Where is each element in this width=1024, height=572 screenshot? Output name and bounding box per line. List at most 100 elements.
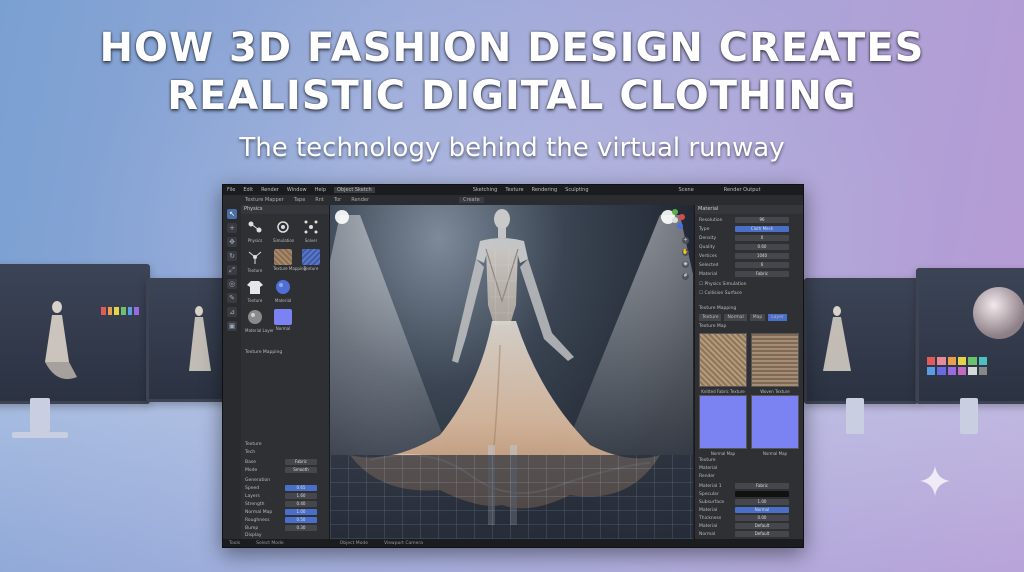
tool-material[interactable]: Material <box>273 279 293 303</box>
param-field[interactable]: 0.40 <box>285 501 317 507</box>
move-tool-icon[interactable]: ✥ <box>227 237 237 247</box>
transform-tool-icon[interactable]: ◎ <box>227 279 237 289</box>
fabric-icon <box>302 249 320 265</box>
tool-texture-node[interactable]: Texture <box>245 249 265 273</box>
cursor-tool-icon[interactable]: + <box>227 223 237 233</box>
dress-figure-icon <box>45 301 77 380</box>
param-field[interactable]: 0.50 <box>285 517 317 523</box>
texture-thumb-knitted[interactable]: Knitted Fabric Texture <box>699 333 747 394</box>
material-field[interactable]: Default <box>735 523 789 529</box>
render-output-label[interactable]: Render Output <box>724 187 761 193</box>
material-field[interactable]: Fabric <box>735 483 789 489</box>
texture-thumb-normal-1[interactable]: Normal Map <box>699 395 747 456</box>
menu-item-render[interactable]: Render <box>261 187 279 193</box>
toolbar-tor[interactable]: Tor <box>334 197 341 203</box>
viewport-mode-dropdown[interactable]: Create <box>459 197 484 203</box>
section-texture[interactable]: Texture <box>245 441 325 448</box>
property-field[interactable]: 0.60 <box>735 244 789 250</box>
toolbar-rnt[interactable]: Rnt <box>315 197 324 203</box>
menu-item-object-sketch[interactable]: Object Sketch <box>334 187 375 193</box>
camera-icon[interactable]: ◉ <box>682 261 689 268</box>
scale-tool-icon[interactable]: ⤢ <box>227 265 237 275</box>
left-panel-header: Physics <box>241 205 329 214</box>
section-material[interactable]: Material <box>699 465 799 472</box>
property-field[interactable]: 6 <box>735 262 789 268</box>
add-cube-icon[interactable]: ▣ <box>227 321 237 331</box>
tool-simulation[interactable]: Simulation <box>273 219 294 243</box>
monitor-stand-right <box>846 398 864 434</box>
background-monitor-right <box>804 278 918 404</box>
tab-layer[interactable]: Layer <box>768 314 787 321</box>
measure-tool-icon[interactable]: ⊿ <box>227 307 237 317</box>
menu-item-help[interactable]: Help <box>315 187 326 193</box>
section-texture[interactable]: Texture <box>699 457 799 464</box>
param-field[interactable]: 1.60 <box>285 493 317 499</box>
section-texture-mapping[interactable]: Texture Mapping <box>699 305 799 312</box>
viewport-tab-texture[interactable]: Texture <box>505 187 523 193</box>
material-field[interactable]: 0.00 <box>735 515 789 521</box>
tab-normal[interactable]: Normal <box>724 314 747 321</box>
mannequin-right-arm <box>520 259 574 361</box>
background-monitor-left <box>146 278 228 402</box>
material-color-swatch[interactable] <box>735 491 789 497</box>
status-bar: Tools Select Mode Object Mode Viewport C… <box>223 539 803 547</box>
tab-texture[interactable]: Texture <box>699 314 722 321</box>
property-field[interactable]: Fabric <box>735 271 789 277</box>
dress-figure-icon-3 <box>823 306 851 371</box>
spotlight-left-icon <box>335 210 349 224</box>
select-tool-icon[interactable]: ↖ <box>227 209 237 219</box>
material-field[interactable]: Default <box>735 531 789 537</box>
tool-normal[interactable]: Normal <box>273 309 293 331</box>
tab-map[interactable]: Map <box>749 314 766 321</box>
normal-icon <box>274 309 292 325</box>
tool-physics[interactable]: Physics <box>245 219 265 243</box>
annotate-tool-icon[interactable]: ✎ <box>227 293 237 303</box>
property-field[interactable]: 96 <box>735 217 789 223</box>
texture-thumb-woven[interactable]: Woven Texture <box>751 333 799 394</box>
simulation-icon <box>277 221 289 233</box>
checkbox-physics-simulation[interactable]: ☐ Physics Simulation <box>699 281 799 288</box>
tool-material-layer[interactable]: Material Layer <box>245 309 274 333</box>
section-render[interactable]: Render <box>699 473 799 480</box>
headline-line-1: HOW 3D FASHION DESIGN CREATES <box>99 25 925 71</box>
property-field[interactable]: 1040 <box>735 253 789 259</box>
param-field[interactable]: Fabric <box>285 459 317 465</box>
material-field[interactable]: Normal <box>735 507 789 513</box>
pan-hand-icon[interactable]: ✋ <box>682 249 689 256</box>
menu-item-window[interactable]: Window <box>287 187 307 193</box>
toolbar-texture-mapper[interactable]: Texture Mapper <box>245 197 284 203</box>
property-field[interactable]: 0 <box>735 235 789 241</box>
tool-fabric[interactable]: Texture <box>301 249 321 271</box>
viewport-tab-sculpting[interactable]: Sculpting <box>565 187 588 193</box>
menu-item-edit[interactable]: Edit <box>243 187 253 193</box>
toolbar-render[interactable]: Render <box>351 197 369 203</box>
param-field[interactable]: 0.30 <box>285 525 317 531</box>
axis-gizmo-icon[interactable] <box>664 209 686 231</box>
zoom-icon[interactable]: + <box>682 237 689 244</box>
tool-header: Texture Mapper Tape Rnt Tor Render Creat… <box>223 195 803 205</box>
param-field[interactable]: 1.00 <box>285 509 317 515</box>
param-field[interactable]: 0.65 <box>285 485 317 491</box>
ortho-grid-icon[interactable]: # <box>682 273 689 280</box>
viewport-tab-sketching[interactable]: Sketching <box>473 187 498 193</box>
param-row: Base Fabric <box>245 459 325 466</box>
tool-solver[interactable]: Solver <box>301 219 321 243</box>
param-field[interactable]: Smooth <box>285 467 317 473</box>
texture-thumb-normal-2[interactable]: Normal Map <box>751 395 799 456</box>
tool-texture-mapping[interactable]: Texture Mapping <box>273 249 306 271</box>
gown-bodice <box>486 249 518 325</box>
section-display[interactable]: Display <box>245 532 325 539</box>
tool-shirt[interactable]: Texture <box>245 279 265 303</box>
rotate-tool-icon[interactable]: ↻ <box>227 251 237 261</box>
section-tech[interactable]: Tech <box>245 449 325 456</box>
3d-viewport[interactable]: + ✋ ◉ # <box>330 205 693 539</box>
toolbar-tape[interactable]: Tape <box>294 197 306 203</box>
property-field[interactable]: Cloth Mesh <box>735 226 789 232</box>
scene-label[interactable]: Scene <box>679 187 694 193</box>
section-texture-mapping[interactable]: Texture Mapping <box>245 349 325 356</box>
menu-item-file[interactable]: File <box>227 187 235 193</box>
material-field[interactable]: 1.00 <box>735 499 789 505</box>
monitor-stand <box>30 398 50 432</box>
checkbox-collision-surface[interactable]: ☐ Collision Surface <box>699 290 799 297</box>
viewport-tab-rendering[interactable]: Rendering <box>532 187 558 193</box>
